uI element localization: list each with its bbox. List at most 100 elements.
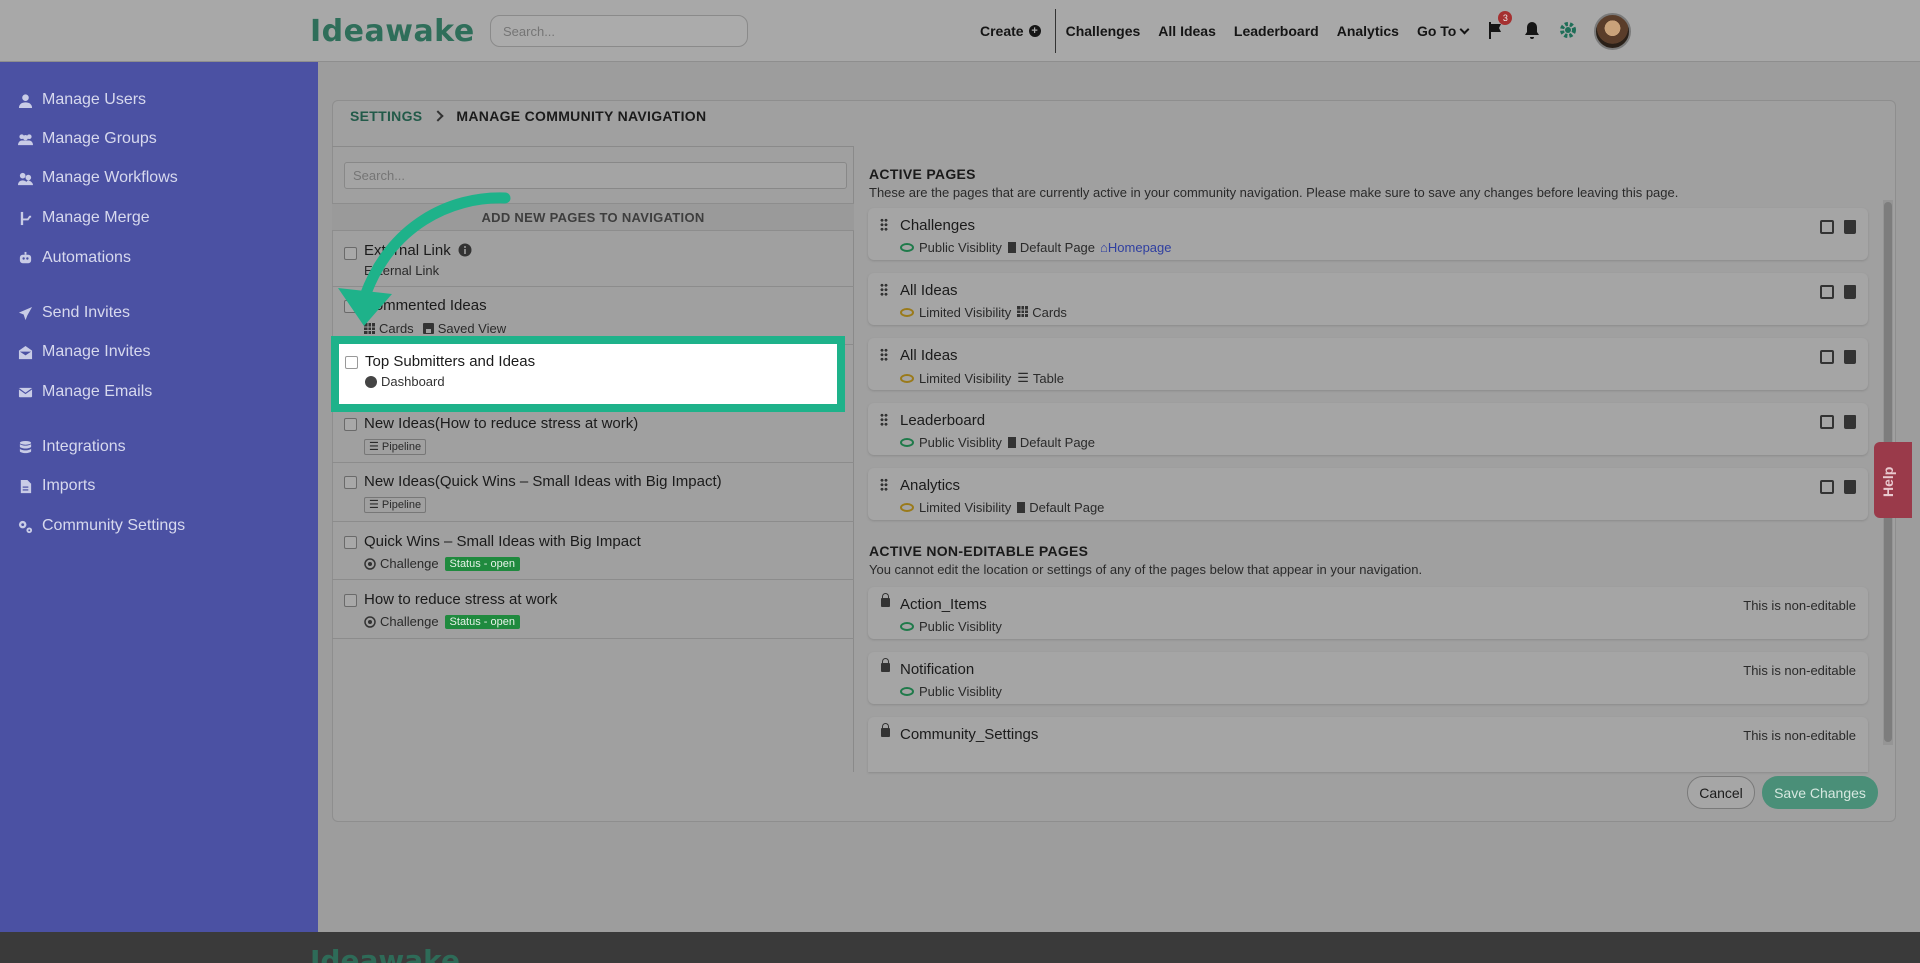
- list-item[interactable]: Quick Wins – Small Ideas with Big Impact…: [332, 522, 854, 580]
- eye-icon: [900, 687, 914, 696]
- page-title: MANAGE COMMUNITY NAVIGATION: [456, 108, 707, 124]
- sidebar-item-community-settings[interactable]: Community Settings: [18, 514, 185, 538]
- drag-handle-icon[interactable]: [880, 413, 888, 427]
- sidebar-item-manage-workflows[interactable]: Manage Workflows: [18, 166, 178, 190]
- main-nav: Create + Challenges All Ideas Leaderboar…: [980, 0, 1632, 62]
- list-icon: ☰: [369, 441, 382, 453]
- document-icon: [1007, 242, 1016, 253]
- nav-go-to[interactable]: Go To: [1417, 23, 1470, 39]
- eye-icon: [900, 243, 914, 252]
- footer-logo: Ideawake: [310, 944, 460, 963]
- active-page-item[interactable]: Leaderboard Public Visiblity Default Pag…: [868, 403, 1868, 455]
- non-editable-item: Action_Items Public Visiblity This is no…: [868, 587, 1868, 639]
- sidebar-item-manage-groups[interactable]: Manage Groups: [18, 127, 157, 151]
- chevron-right-icon: [432, 110, 445, 122]
- drag-handle-icon[interactable]: [880, 283, 888, 297]
- eye-slash-icon: [900, 308, 914, 317]
- pages-search-input[interactable]: [344, 162, 847, 189]
- eye-slash-icon: [900, 503, 914, 512]
- sidebar: Manage Users Manage Groups Manage Workfl…: [0, 62, 318, 932]
- checkbox[interactable]: [344, 476, 357, 489]
- lock-icon: [881, 593, 890, 607]
- active-page-item[interactable]: Analytics Limited Visibility Default Pag…: [868, 468, 1868, 520]
- non-editable-item: Community_Settings This is non-editable: [868, 717, 1868, 772]
- non-editable-item: Notification Public Visiblity This is no…: [868, 652, 1868, 704]
- trash-icon[interactable]: [1844, 220, 1856, 234]
- active-page-item[interactable]: All Ideas Limited Visibility Cards: [868, 273, 1868, 325]
- sidebar-item-manage-merge[interactable]: Manage Merge: [18, 206, 150, 230]
- eye-icon: [900, 622, 914, 631]
- users-icon: [18, 133, 33, 145]
- drag-handle-icon[interactable]: [880, 348, 888, 362]
- eye-slash-icon: [900, 373, 914, 383]
- trash-icon[interactable]: [1844, 415, 1856, 429]
- trash-icon[interactable]: [1844, 350, 1856, 364]
- notification-badge: 3: [1498, 11, 1513, 25]
- active-page-item[interactable]: All Ideas Limited Visibility ☰ Table: [868, 338, 1868, 390]
- active-pages-panel: ACTIVE PAGES These are the pages that ar…: [855, 147, 1885, 772]
- home-icon: ⌂: [1100, 240, 1108, 255]
- drag-handle-icon[interactable]: [880, 218, 888, 232]
- nav-challenges[interactable]: Challenges: [1066, 23, 1141, 39]
- guide-arrow-icon: [338, 192, 511, 326]
- nav-analytics[interactable]: Analytics: [1337, 23, 1399, 39]
- trash-icon[interactable]: [1844, 480, 1856, 494]
- list-item[interactable]: New Ideas(How to reduce stress at work) …: [332, 405, 854, 463]
- cancel-button[interactable]: Cancel: [1687, 776, 1755, 809]
- nav-all-ideas[interactable]: All Ideas: [1158, 23, 1216, 39]
- lock-icon: [881, 658, 890, 672]
- breadcrumb-settings[interactable]: SETTINGS: [350, 108, 422, 124]
- checkbox[interactable]: [344, 594, 357, 607]
- checkbox[interactable]: [345, 356, 358, 369]
- document-icon: [1017, 502, 1026, 513]
- plus-circle-icon: +: [1028, 25, 1041, 37]
- nav-leaderboard[interactable]: Leaderboard: [1234, 23, 1319, 39]
- cogs-icon: [18, 520, 33, 533]
- chevron-down-icon: [1459, 24, 1470, 34]
- workflow-icon: [18, 172, 33, 185]
- file-icon: [20, 479, 32, 493]
- non-editable-title: ACTIVE NON-EDITABLE PAGES: [869, 543, 1089, 559]
- sidebar-item-integrations[interactable]: Integrations: [18, 435, 126, 459]
- active-pages-title: ACTIVE PAGES: [869, 166, 976, 182]
- sidebar-item-manage-invites[interactable]: Manage Invites: [18, 340, 151, 364]
- edit-icon[interactable]: [1820, 285, 1834, 299]
- list-item[interactable]: New Ideas(Quick Wins – Small Ideas with …: [332, 463, 854, 522]
- active-page-item[interactable]: Challenges Public Visiblity Default Page…: [868, 208, 1868, 260]
- status-badge: Status - open: [444, 556, 520, 571]
- sidebar-item-automations[interactable]: Automations: [18, 246, 131, 270]
- sidebar-item-manage-emails[interactable]: Manage Emails: [18, 380, 152, 404]
- list-item[interactable]: How to reduce stress at work Challenge S…: [332, 580, 854, 639]
- checkbox[interactable]: [344, 418, 357, 431]
- invites-icon: [18, 345, 33, 359]
- help-label[interactable]: Help: [1880, 458, 1904, 506]
- avatar[interactable]: [1594, 12, 1632, 50]
- user-icon: [18, 93, 33, 108]
- sidebar-item-imports[interactable]: Imports: [18, 474, 95, 498]
- edit-icon[interactable]: [1820, 480, 1834, 494]
- checkbox[interactable]: [344, 536, 357, 549]
- dashboard-icon: [365, 375, 377, 388]
- active-pages-subtitle: These are the pages that are currently a…: [869, 185, 1679, 200]
- drag-handle-icon[interactable]: [880, 478, 888, 492]
- logo[interactable]: Ideawake: [310, 14, 475, 49]
- global-search-input[interactable]: [490, 15, 748, 47]
- save-changes-button[interactable]: Save Changes: [1762, 776, 1878, 809]
- highlighted-list-item[interactable]: Top Submitters and Ideas Dashboard: [331, 336, 845, 412]
- table-icon: [1017, 305, 1029, 320]
- database-icon: [19, 440, 32, 453]
- create-menu[interactable]: Create +: [980, 9, 1056, 53]
- document-icon: [1007, 437, 1016, 448]
- gear-icon[interactable]: [1558, 20, 1580, 42]
- list-icon: ☰: [369, 499, 382, 511]
- edit-icon[interactable]: [1820, 415, 1834, 429]
- email-icon: [18, 387, 33, 397]
- edit-icon[interactable]: [1820, 220, 1834, 234]
- trash-icon[interactable]: [1844, 285, 1856, 299]
- sidebar-item-send-invites[interactable]: Send Invites: [18, 301, 130, 325]
- robot-icon: [19, 251, 32, 263]
- flag-icon[interactable]: 3: [1486, 11, 1513, 42]
- sidebar-item-manage-users[interactable]: Manage Users: [18, 88, 146, 112]
- edit-icon[interactable]: [1820, 350, 1834, 364]
- bell-icon[interactable]: [1522, 20, 1544, 42]
